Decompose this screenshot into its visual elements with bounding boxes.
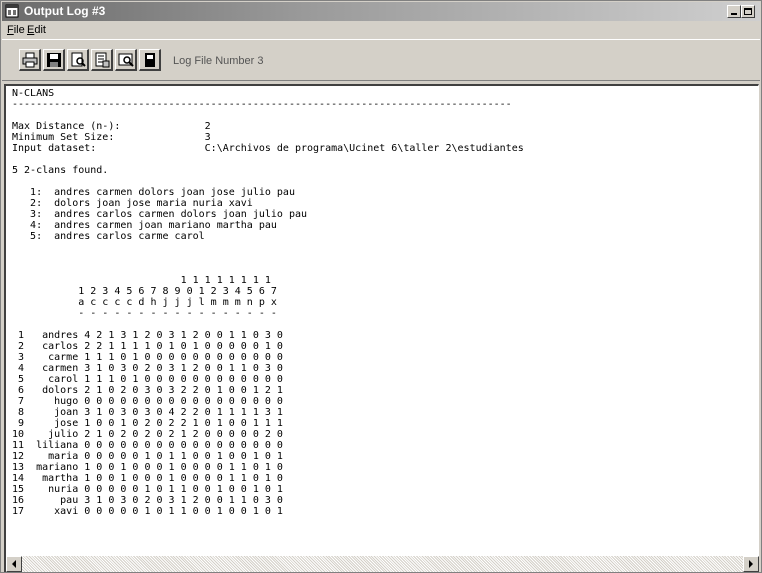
matrix-row: 10 julio 2 1 0 2 0 2 0 2 1 2 0 0 0 0 0 2…: [12, 429, 283, 440]
matrix-row: 4 carmen 3 1 0 3 0 2 0 3 1 2 0 0 1 1 0 3…: [12, 363, 283, 374]
scroll-right-button[interactable]: [743, 556, 759, 572]
clan-line: 2: dolors joan jose maria nuria xavi: [12, 198, 253, 209]
app-icon: [5, 4, 19, 18]
title-bar[interactable]: Output Log #3: [2, 2, 760, 21]
matrix-row: 8 joan 3 1 0 3 0 3 0 4 2 2 0 1 1 1 1 3 1: [12, 407, 283, 418]
matrix-row: 16 pau 3 1 0 3 0 2 0 3 1 2 0 0 1 1 0 3 0: [12, 495, 283, 506]
log-heading: N-CLANS: [12, 88, 55, 99]
matrix-row: 1 andres 4 2 1 3 1 2 0 3 1 2 0 0 1 1 0 3…: [12, 330, 283, 341]
menu-bar: File Edit: [2, 21, 760, 39]
matrix-header: a c c c c d h j j j l m m m n p x: [12, 297, 277, 308]
window-title: Output Log #3: [24, 4, 106, 18]
output-log-window: Output Log #3 File Edit Log File Number …: [0, 0, 762, 573]
matrix-header: 1 2 3 4 5 6 7 8 9 0 1 2 3 4 5 6 7: [12, 286, 277, 297]
print-button[interactable]: [19, 49, 41, 71]
matrix-row: 6 dolors 2 1 0 2 0 3 0 3 2 2 0 1 0 0 1 2…: [12, 385, 283, 396]
menu-file[interactable]: File: [7, 24, 25, 37]
matrix-row: 7 hugo 0 0 0 0 0 0 0 0 0 0 0 0 0 0 0 0 0: [12, 396, 283, 407]
clan-line: 1: andres carmen dolors joan jose julio …: [12, 187, 295, 198]
matrix-header: - - - - - - - - - - - - - - - - -: [12, 308, 277, 319]
menu-edit-label: dit: [34, 24, 46, 36]
matrix-row: 12 maria 0 0 0 0 0 1 0 1 1 0 0 1 0 0 1 0…: [12, 451, 283, 462]
save-button[interactable]: [43, 49, 65, 71]
matrix-row: 13 mariano 1 0 0 1 0 0 0 1 0 0 0 0 1 1 0…: [12, 462, 283, 473]
find-button[interactable]: [67, 49, 89, 71]
matrix-row: 5 carol 1 1 1 0 1 0 0 0 0 0 0 0 0 0 0 0 …: [12, 374, 283, 385]
log-rule: ----------------------------------------…: [12, 99, 512, 110]
log-content-area[interactable]: N-CLANS ---------------------------------…: [4, 84, 759, 556]
matrix-row: 15 nuria 0 0 0 0 0 1 0 1 1 0 0 1 0 0 1 0…: [12, 484, 283, 495]
delete-button[interactable]: [139, 49, 161, 71]
scroll-left-button[interactable]: [6, 556, 22, 572]
param-line: Max Distance (n-): 2: [12, 121, 211, 132]
maximize-button[interactable]: [741, 5, 755, 18]
matrix-row: 2 carlos 2 2 1 1 1 1 0 1 0 1 0 0 0 0 0 1…: [12, 341, 283, 352]
matrix-row: 3 carme 1 1 1 0 1 0 0 0 0 0 0 0 0 0 0 0 …: [12, 352, 283, 363]
print-preview-button[interactable]: [91, 49, 113, 71]
log-file-label: Log File Number 3: [173, 55, 264, 67]
log-text: N-CLANS ---------------------------------…: [12, 88, 524, 517]
matrix-row: 11 liliana 0 0 0 0 0 0 0 0 0 0 0 0 0 0 0…: [12, 440, 283, 451]
param-line: Minimum Set Size: 3: [12, 132, 211, 143]
clans-found-line: 5 2-clans found.: [12, 165, 109, 176]
horizontal-scrollbar[interactable]: [4, 556, 759, 572]
clan-line: 5: andres carlos carme carol: [12, 231, 205, 242]
menu-file-accel: F: [7, 24, 14, 36]
matrix-header: 1 1 1 1 1 1 1 1: [12, 275, 271, 286]
clan-line: 4: andres carmen joan mariano martha pau: [12, 220, 277, 231]
menu-edit[interactable]: Edit: [27, 24, 46, 37]
minimize-button[interactable]: [727, 5, 741, 18]
matrix-row: 17 xavi 0 0 0 0 0 1 0 1 1 0 0 1 0 0 1 0 …: [12, 506, 283, 517]
clan-line: 3: andres carlos carmen dolors joan juli…: [12, 209, 308, 220]
toolbar: Log File Number 3: [2, 39, 760, 81]
matrix-row: 9 jose 1 0 0 1 0 2 0 2 2 1 0 1 0 0 1 1 1: [12, 418, 283, 429]
matrix-row: 14 martha 1 0 0 1 0 0 0 1 0 0 0 0 1 1 0 …: [12, 473, 283, 484]
param-line: Input dataset: C:\Archivos de programa\U…: [12, 143, 524, 154]
preview-button[interactable]: [115, 49, 137, 71]
menu-file-label: ile: [13, 24, 25, 36]
